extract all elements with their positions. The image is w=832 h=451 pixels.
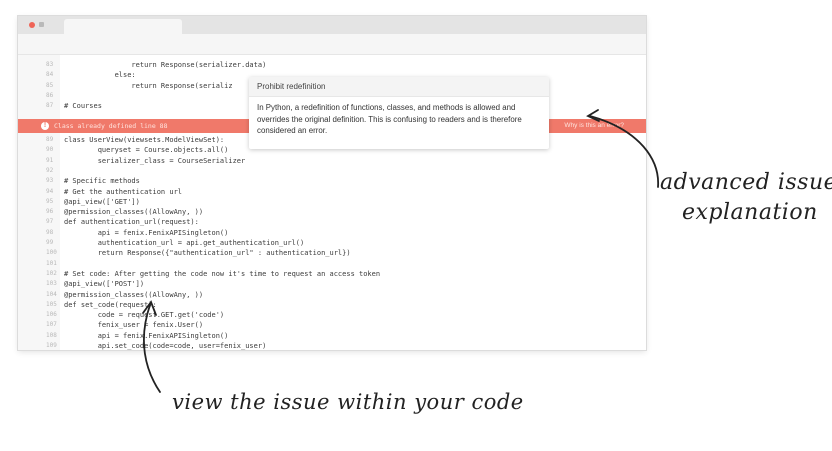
annotation-view-issue: view the issue within your code <box>172 390 524 414</box>
annotation-advanced-line2: explanation <box>682 200 818 225</box>
arrow-to-popover <box>589 115 659 188</box>
arrow-to-popover-head <box>586 109 600 122</box>
annotation-advanced-line1: advanced issue <box>660 170 832 195</box>
annotation-arrows <box>142 109 659 393</box>
arrow-to-code <box>143 304 161 393</box>
